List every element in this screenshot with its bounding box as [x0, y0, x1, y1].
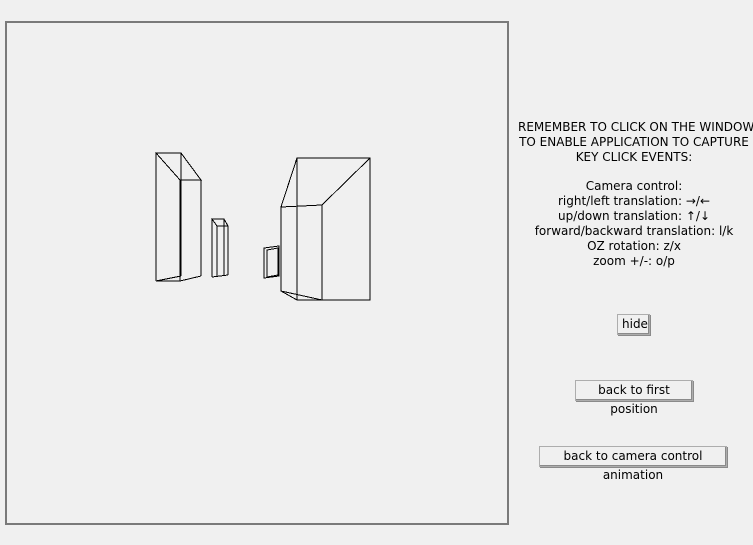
3d-viewport[interactable] [5, 21, 509, 525]
control-item: forward/backward translation: l/k [534, 224, 734, 238]
control-item: OZ rotation: z/x [587, 239, 681, 253]
back-to-camera-animation-button[interactable]: back to camera control animation [539, 446, 727, 482]
app-window: REMEMBER TO CLICK ON THE WINDOW TO ENABL… [0, 0, 753, 545]
wireframe-box-3 [263, 245, 280, 279]
hide-button[interactable]: hide [617, 314, 650, 335]
reminder-line-2: TO ENABLE APPLICATION TO CAPTURE [519, 135, 749, 149]
control-item: up/down translation: ↑/↓ [558, 209, 710, 223]
reminder-line-1: REMEMBER TO CLICK ON THE WINDOW [518, 120, 753, 134]
reminder-line-3: KEY CLICK EVENTS: [575, 150, 693, 164]
control-item: zoom +/-: o/p [593, 254, 675, 268]
wireframe-box-1 [154, 152, 202, 282]
reminder-text: REMEMBER TO CLICK ON THE WINDOW TO ENABL… [518, 120, 753, 165]
controls-heading: Camera control: [585, 179, 683, 193]
scene-svg [154, 152, 371, 301]
wireframe-box-4 [280, 157, 371, 301]
wireframe-box-2 [211, 218, 229, 278]
camera-controls-help: Camera control: right/left translation: … [518, 179, 750, 269]
control-item: right/left translation: →/← [557, 194, 711, 208]
back-to-first-position-button[interactable]: back to first position [575, 380, 693, 416]
